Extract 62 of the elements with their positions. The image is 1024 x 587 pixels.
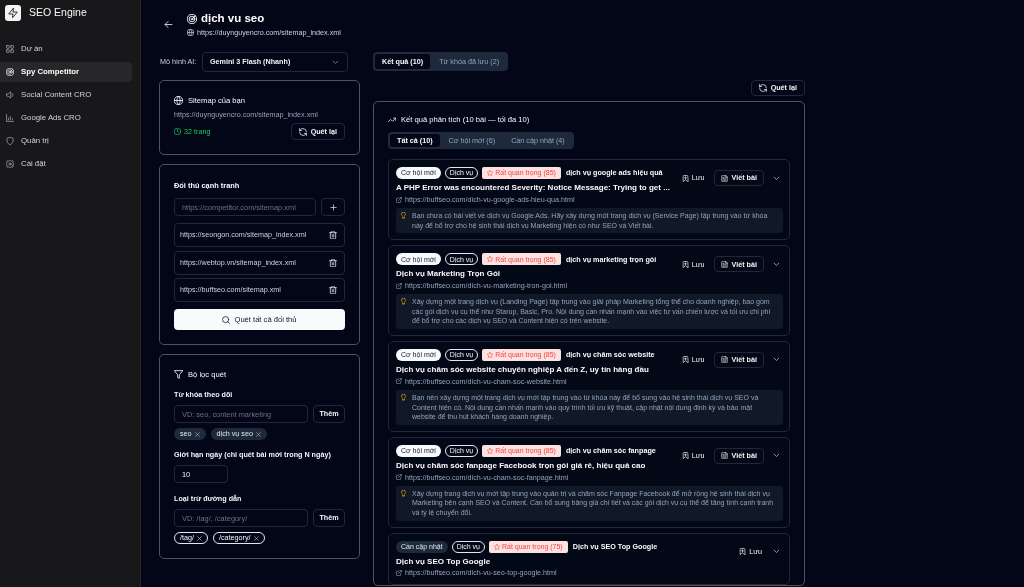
document-icon — [720, 260, 728, 268]
article-title: Dịch vụ chăm sóc fanpage Facebook trọn gói giá rẻ, hiệu quả cao — [396, 459, 647, 471]
bookmark-icon — [681, 452, 689, 460]
external-link-icon — [396, 378, 402, 385]
star-icon — [487, 256, 494, 263]
star-icon — [487, 351, 494, 358]
chevron-down-icon[interactable] — [773, 548, 780, 556]
external-link-icon — [396, 570, 402, 577]
bookmark-icon — [681, 356, 689, 364]
clock-icon — [174, 128, 181, 135]
article-title: Dịch vụ SEO Top Google — [396, 555, 492, 567]
close-icon — [253, 535, 259, 541]
radar-icon — [6, 68, 14, 76]
lightbulb-icon — [400, 298, 407, 306]
search-icon — [222, 315, 231, 324]
megaphone-icon — [6, 91, 14, 99]
external-link-icon — [396, 474, 402, 481]
article-title: Dịch vụ Marketing Trọn Gói — [396, 268, 501, 280]
close-icon — [197, 535, 202, 541]
refresh-icon — [298, 127, 307, 136]
plus-icon — [329, 203, 337, 211]
grid-icon — [6, 45, 14, 53]
external-link-icon — [396, 282, 402, 289]
close-icon — [194, 431, 200, 437]
add-button[interactable] — [321, 198, 345, 216]
globe-icon — [174, 96, 183, 105]
external-link-icon — [396, 196, 402, 203]
brand-name: SEO Engine — [29, 6, 87, 20]
document-icon — [720, 452, 728, 460]
bookmark-icon — [681, 174, 689, 182]
trending-up-icon — [388, 115, 396, 124]
filter-icon — [174, 370, 183, 379]
trash-icon[interactable] — [329, 286, 337, 294]
article-title: A PHP Error was encountered Severity: Notice Message: Trying to get ... — [396, 182, 670, 193]
lightbulb-icon — [400, 212, 407, 219]
document-icon — [720, 356, 728, 364]
close-icon — [255, 431, 261, 437]
chevron-down-icon — [332, 58, 339, 66]
bookmark-icon — [739, 548, 747, 556]
article-title: Dịch vụ chăm sóc website chuyên nghiệp A đến Z, uy tín hàng đầu — [396, 363, 650, 375]
back-arrow-icon[interactable] — [164, 20, 173, 29]
document-icon — [720, 174, 728, 182]
lightbulb-icon — [400, 393, 407, 401]
bar-chart-icon — [6, 114, 14, 122]
star-icon — [487, 447, 494, 454]
lightbulb-icon — [400, 489, 407, 497]
page-title: dịch vu seo — [201, 11, 265, 26]
trash-icon[interactable] — [329, 258, 337, 267]
trash-icon[interactable] — [329, 231, 337, 239]
star-icon — [494, 543, 500, 550]
globe-icon — [187, 29, 194, 37]
shield-icon — [6, 137, 14, 145]
chevron-down-icon[interactable] — [773, 452, 780, 460]
star-icon — [487, 170, 494, 176]
bookmark-icon — [681, 260, 689, 268]
chevron-down-icon[interactable] — [773, 174, 780, 182]
chevron-down-icon[interactable] — [773, 260, 780, 268]
settings-icon — [6, 160, 14, 168]
radar-icon — [187, 13, 197, 24]
chevron-down-icon[interactable] — [773, 356, 780, 364]
lightning-logo-icon — [5, 5, 21, 21]
refresh-icon — [758, 84, 767, 92]
